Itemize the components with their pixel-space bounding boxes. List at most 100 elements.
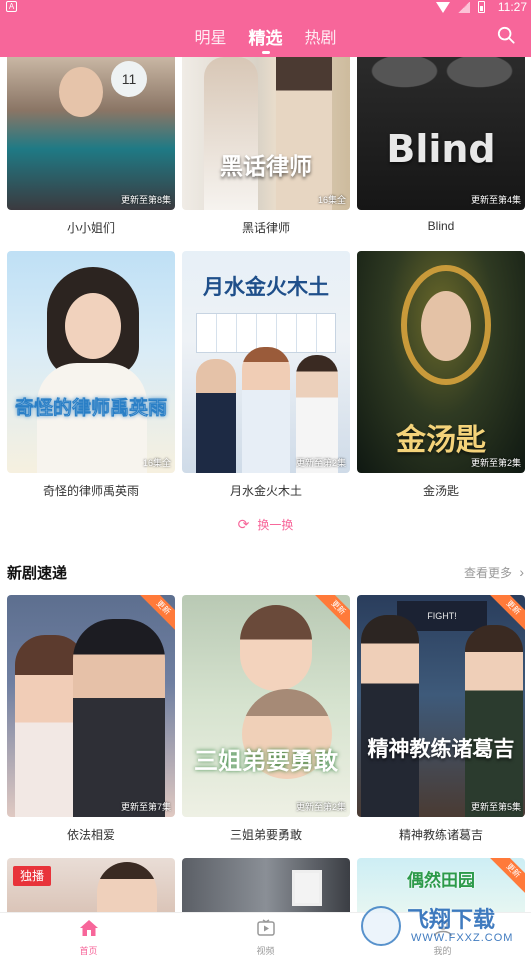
nav-home[interactable]: 首页 [0, 913, 177, 956]
episode-status: 16集全 [142, 458, 171, 468]
drama-poster: 三姐弟要勇敢 更新 更新至第2集 [182, 595, 350, 817]
chevron-right-icon: › [519, 564, 524, 580]
actor-right-graphic [465, 625, 523, 817]
cast-silhouette-graphic [367, 57, 517, 127]
actor-graphic [97, 862, 157, 912]
exclusive-badge: 独播 [13, 866, 51, 886]
refresh-icon: ⟳ [237, 516, 250, 532]
drama-title: 依法相爱 [66, 828, 115, 842]
drama-poster: 奇怪的律师禹英雨 16集全 [7, 251, 175, 473]
actress-center-graphic [242, 347, 290, 473]
actress-face-graphic [59, 67, 103, 117]
nav-video[interactable]: 视频 [177, 913, 354, 956]
nav-home-label: 首页 [79, 946, 98, 956]
drama-card[interactable]: 奇怪的律师禹英雨 16集全 奇怪的律师禹英雨 [7, 251, 175, 500]
episode-status: 更新至第7集 [120, 802, 171, 812]
status-bar: A 11:27 [0, 0, 531, 14]
drama-card[interactable]: 三姐弟要勇敢 更新 更新至第2集 三姐弟要勇敢 [182, 595, 350, 844]
update-badge: 更新 [311, 595, 350, 635]
drama-title: Blind [427, 219, 455, 233]
drama-poster: 独播 [7, 858, 175, 912]
drama-poster: 11 更新至第8集 [7, 57, 175, 210]
episode-status: 更新至第5集 [470, 802, 521, 812]
number-sign-graphic: 11 [111, 61, 147, 97]
new-dramas-grid-row-2: 独播 偶然田园 更新 [7, 858, 525, 912]
drama-poster [182, 858, 350, 912]
battery-icon [478, 1, 485, 13]
top-app-bar: A 11:27 明星 精选 热剧 [0, 0, 531, 57]
search-icon[interactable] [497, 26, 515, 44]
featured-grid-row-1: 11 更新至第8集 小小姐们 黑话律师 16集全 黑话律师 Blind 更新至第… [7, 57, 525, 237]
tab-featured[interactable]: 精选 [249, 24, 283, 54]
drama-card[interactable] [182, 858, 350, 912]
tab-hot-dramas[interactable]: 热剧 [305, 24, 337, 50]
refresh-button[interactable]: ⟳ 换一换 [0, 516, 531, 533]
episode-status: 16集全 [317, 195, 346, 205]
drama-card[interactable]: FIGHT! 精神教练诸葛吉 更新 更新至第5集 精神教练诸葛吉 [357, 595, 525, 844]
episode-status: 更新至第2集 [295, 802, 346, 812]
nav-profile-label: 我的 [433, 946, 452, 956]
new-dramas-header: 新剧速递 查看更多 › [7, 562, 524, 584]
drama-poster: 月水金火木土 更新至第2集 [182, 251, 350, 473]
poster-title-text: 三姐弟要勇敢 [194, 747, 338, 775]
drama-card[interactable]: 更新 更新至第7集 依法相爱 [7, 595, 175, 844]
episode-status: 更新至第4集 [470, 195, 521, 205]
drama-card[interactable]: 独播 [7, 858, 175, 912]
profile-icon [433, 920, 452, 937]
actress-face-graphic [65, 293, 121, 359]
bride-graphic [204, 57, 258, 210]
poster-title-text: 金汤匙 [396, 423, 486, 458]
episode-status: 更新至第2集 [470, 458, 521, 468]
poster-title-text: 奇怪的律师禹英雨 [14, 397, 168, 420]
drama-poster: 金汤匙 更新至第2集 [357, 251, 525, 473]
actress-graphic [240, 605, 312, 691]
see-more-link[interactable]: 查看更多 › [464, 564, 524, 581]
groom-graphic [276, 57, 332, 210]
poster-title-text: 精神教练诸葛吉 [367, 737, 515, 761]
bottom-navigation: 首页 视频 我的 [0, 912, 531, 956]
status-time: 11:27 [497, 0, 527, 14]
drama-card[interactable]: 月水金火木土 更新至第2集 月水金火木土 [182, 251, 350, 500]
drama-card[interactable]: 金汤匙 更新至第2集 金汤匙 [357, 251, 525, 500]
section-title: 新剧速递 [7, 565, 68, 582]
episode-status: 更新至第2集 [295, 458, 346, 468]
poster-title-text: Blind [386, 127, 496, 171]
drama-title: 金汤匙 [422, 484, 459, 498]
poster-title-text: 偶然田园 [407, 871, 475, 891]
nav-profile[interactable]: 我的 [354, 913, 531, 956]
home-icon [79, 920, 98, 936]
actor-left-graphic [361, 615, 419, 817]
drama-title: 奇怪的律师禹英雨 [42, 484, 139, 498]
actor-face-graphic [421, 291, 471, 361]
tab-stars[interactable]: 明星 [194, 24, 226, 50]
category-tabs: 明星 精选 热剧 [0, 24, 531, 54]
episode-status: 更新至第8集 [120, 195, 171, 205]
drama-card[interactable]: 11 更新至第8集 小小姐们 [7, 57, 175, 237]
drama-poster: 更新 更新至第7集 [7, 595, 175, 817]
sign-graphic [292, 870, 322, 906]
actor-graphic [73, 619, 165, 817]
nav-video-label: 视频 [256, 946, 275, 956]
drama-poster: 偶然田园 更新 [357, 858, 525, 912]
wifi-icon [436, 1, 450, 13]
app-notification-icon: A [6, 1, 17, 12]
see-more-label: 查看更多 [463, 566, 512, 580]
video-icon [256, 919, 275, 936]
poster-title-text: 月水金火木土 [203, 275, 329, 299]
drama-poster: 黑话律师 16集全 [182, 57, 350, 210]
drama-card[interactable]: Blind 更新至第4集 Blind [357, 57, 525, 237]
new-dramas-grid: 更新 更新至第7集 依法相爱 三姐弟要勇敢 更新 更新至第2集 三姐弟要勇敢 F… [7, 595, 525, 844]
signal-icon [458, 1, 470, 13]
refresh-label: 换一换 [257, 518, 294, 532]
poster-title-text: 黑话律师 [220, 154, 312, 180]
drama-title: 小小姐们 [66, 221, 115, 235]
drama-card[interactable]: 偶然田园 更新 [357, 858, 525, 912]
drama-card[interactable]: 黑话律师 16集全 黑话律师 [182, 57, 350, 237]
actor-left-graphic [196, 359, 236, 473]
drama-title: 月水金火木土 [229, 484, 302, 498]
drama-title: 精神教练诸葛吉 [398, 828, 483, 842]
featured-grid-row-2: 奇怪的律师禹英雨 16集全 奇怪的律师禹英雨 月水金火木土 更新至第2集 月水金… [7, 251, 525, 500]
drama-poster: Blind 更新至第4集 [357, 57, 525, 210]
drama-title: 黑话律师 [241, 221, 290, 235]
main-content: 11 更新至第8集 小小姐们 黑话律师 16集全 黑话律师 Blind 更新至第… [0, 57, 531, 912]
